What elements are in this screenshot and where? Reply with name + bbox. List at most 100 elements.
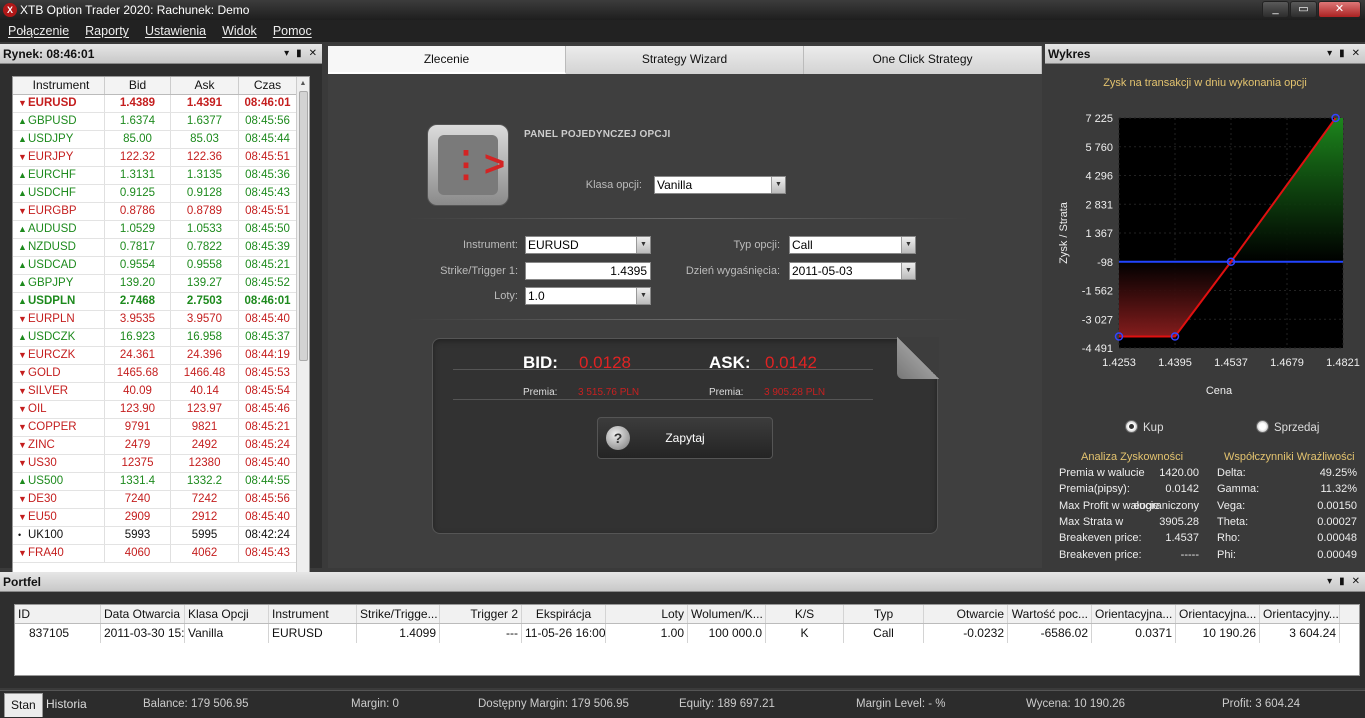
time-cell: 08:45:56 bbox=[239, 491, 297, 508]
market-row[interactable]: ▲USDJPY 85.00 85.03 08:45:44 bbox=[13, 131, 309, 149]
typ-select[interactable]: Call ▼ bbox=[789, 236, 916, 254]
arrow-down-icon: ▼ bbox=[18, 422, 27, 432]
panel-menu-icon[interactable]: ▾ bbox=[284, 44, 289, 64]
portfolio-col-header[interactable]: Strike/Trigge... bbox=[357, 605, 440, 623]
close-icon[interactable]: ✕ bbox=[309, 44, 317, 64]
portfolio-col-header[interactable]: Otwarcie bbox=[924, 605, 1008, 623]
table-row[interactable]: 8371052011-03-30 15:00VanillaEURUSD1.409… bbox=[15, 624, 1359, 643]
close-icon[interactable]: ✕ bbox=[1352, 572, 1360, 592]
market-row[interactable]: ▲USDCAD 0.9554 0.9558 08:45:21 bbox=[13, 257, 309, 275]
market-panel-header: Rynek: 08:46:01 ▾ ▮ ✕ bbox=[0, 44, 322, 64]
kup-radio[interactable]: Kup bbox=[1125, 420, 1163, 434]
time-cell: 08:45:37 bbox=[239, 329, 297, 346]
market-row[interactable]: ▲USDCHF 0.9125 0.9128 08:45:43 bbox=[13, 185, 309, 203]
market-row[interactable]: ▼COPPER 9791 9821 08:45:21 bbox=[13, 419, 309, 437]
bid-cell: 1.6374 bbox=[105, 113, 171, 130]
pin-icon[interactable]: ▮ bbox=[1339, 572, 1345, 592]
greeks-title: Współczynniki Wrażliwości bbox=[1224, 451, 1355, 463]
market-row[interactable]: ▲NZDUSD 0.7817 0.7822 08:45:39 bbox=[13, 239, 309, 257]
portfolio-col-header[interactable]: K/S bbox=[766, 605, 844, 623]
portfolio-panel: Portfel ▾ ▮ ✕ ID Data Otwarcia Klasa Opcji… bbox=[0, 572, 1365, 688]
close-icon[interactable]: ✕ bbox=[1352, 44, 1360, 64]
portfolio-col-header[interactable]: Loty bbox=[606, 605, 688, 623]
menu-ustawienia[interactable]: Ustawienia bbox=[145, 24, 206, 38]
analiza-value: 1.4537 bbox=[1165, 532, 1199, 545]
scroll-thumb[interactable] bbox=[299, 91, 308, 361]
ask-cell: 40.14 bbox=[171, 383, 239, 400]
arrow-up-icon: ▲ bbox=[18, 224, 27, 234]
market-row[interactable]: ▼EU50 2909 2912 08:45:40 bbox=[13, 509, 309, 527]
ask-cell: 122.36 bbox=[171, 149, 239, 166]
market-row[interactable]: ▼EURGBP 0.8786 0.8789 08:45:51 bbox=[13, 203, 309, 221]
portfolio-col-header[interactable]: Orientacyjna... bbox=[1092, 605, 1176, 623]
market-row[interactable]: ▲US500 1331.4 1332.2 08:44:55 bbox=[13, 473, 309, 491]
instrument-name: OIL bbox=[28, 403, 47, 415]
market-row[interactable]: • UK100 5993 5995 08:42:24 bbox=[13, 527, 309, 545]
scroll-up-icon[interactable]: ▲ bbox=[297, 77, 309, 90]
tab-one-click-strategy[interactable]: One Click Strategy bbox=[804, 46, 1042, 74]
market-row[interactable]: ▼EURJPY 122.32 122.36 08:45:51 bbox=[13, 149, 309, 167]
portfolio-col-header[interactable]: Ekspirácja bbox=[522, 605, 606, 623]
portfolio-col-header[interactable]: Instrument bbox=[269, 605, 357, 623]
expiry-date-picker[interactable]: 2011-05-03 ▼ bbox=[789, 262, 916, 280]
portfolio-col-header[interactable]: Wartość poc... bbox=[1008, 605, 1092, 623]
pin-icon[interactable]: ▮ bbox=[296, 44, 302, 64]
market-row[interactable]: ▼EURUSD 1.4389 1.4391 08:46:01 bbox=[13, 95, 309, 113]
pin-icon[interactable]: ▮ bbox=[1339, 44, 1345, 64]
instrument-cell: ▼SILVER bbox=[13, 383, 105, 400]
panel-menu-icon[interactable]: ▾ bbox=[1327, 572, 1332, 592]
menu-polaczenie[interactable]: Połączenie bbox=[8, 24, 69, 38]
zapytaj-button[interactable]: ? Zapytaj bbox=[597, 417, 773, 459]
tab-strategy-wizard[interactable]: Strategy Wizard bbox=[566, 46, 804, 74]
sprzedaj-radio[interactable]: Sprzedaj bbox=[1256, 420, 1319, 434]
col-instrument[interactable]: Instrument bbox=[13, 77, 105, 94]
market-row[interactable]: ▲EURCHF 1.3131 1.3135 08:45:36 bbox=[13, 167, 309, 185]
analiza-label: Breakeven price: bbox=[1059, 532, 1142, 545]
market-row[interactable]: ▼EURPLN 3.9535 3.9570 08:45:40 bbox=[13, 311, 309, 329]
market-row[interactable]: ▼OIL 123.90 123.97 08:45:46 bbox=[13, 401, 309, 419]
market-scrollbar[interactable]: ▲ bbox=[296, 77, 309, 601]
market-row[interactable]: ▼GOLD 1465.68 1466.48 08:45:53 bbox=[13, 365, 309, 383]
strike-input[interactable]: 1.4395 bbox=[525, 262, 651, 280]
portfolio-col-header[interactable]: Orientacyjna... bbox=[1176, 605, 1260, 623]
instrument-select[interactable]: EURUSD ▼ bbox=[525, 236, 651, 254]
col-bid[interactable]: Bid bbox=[105, 77, 171, 94]
market-row[interactable]: ▲USDCZK 16.923 16.958 08:45:37 bbox=[13, 329, 309, 347]
tab-stan[interactable]: Stan bbox=[4, 693, 43, 717]
klasa-select[interactable]: Vanilla ▼ bbox=[654, 176, 786, 194]
market-row[interactable]: ▼DE30 7240 7242 08:45:56 bbox=[13, 491, 309, 509]
maximize-button[interactable]: ▭ bbox=[1290, 1, 1317, 18]
analiza-value: 0.0142 bbox=[1165, 483, 1199, 496]
portfolio-col-header[interactable]: ID bbox=[15, 605, 101, 623]
status-equity: Equity: 189 697.21 bbox=[679, 698, 775, 710]
portfolio-col-header[interactable]: Wolumen/K... bbox=[688, 605, 766, 623]
market-row[interactable]: ▲AUDUSD 1.0529 1.0533 08:45:50 bbox=[13, 221, 309, 239]
close-button[interactable]: ✕ bbox=[1318, 1, 1361, 18]
market-row[interactable]: ▲USDPLN 2.7468 2.7503 08:46:01 bbox=[13, 293, 309, 311]
portfolio-col-header[interactable]: Typ bbox=[844, 605, 924, 623]
market-row[interactable]: ▼FRA40 4060 4062 08:45:43 bbox=[13, 545, 309, 563]
market-row[interactable]: ▼SILVER 40.09 40.14 08:45:54 bbox=[13, 383, 309, 401]
loty-select[interactable]: 1.0 ▼ bbox=[525, 287, 651, 305]
bid-cell: 1.3131 bbox=[105, 167, 171, 184]
portfolio-col-header[interactable]: Orientacyjny... bbox=[1260, 605, 1340, 623]
market-row[interactable]: ▼ZINC 2479 2492 08:45:24 bbox=[13, 437, 309, 455]
market-row[interactable]: ▲GBPUSD 1.6374 1.6377 08:45:56 bbox=[13, 113, 309, 131]
bid-cell: 2479 bbox=[105, 437, 171, 454]
col-ask[interactable]: Ask bbox=[171, 77, 239, 94]
portfolio-col-header[interactable]: Data Otwarcia bbox=[101, 605, 185, 623]
market-row[interactable]: ▼US30 12375 12380 08:45:40 bbox=[13, 455, 309, 473]
tab-zlecenie[interactable]: Zlecenie bbox=[328, 46, 566, 74]
minimize-button[interactable]: _ bbox=[1262, 1, 1289, 18]
col-czas[interactable]: Czas bbox=[239, 77, 297, 94]
menu-widok[interactable]: Widok bbox=[222, 24, 257, 38]
instrument-name: USDJPY bbox=[28, 133, 74, 145]
menu-raporty[interactable]: Raporty bbox=[85, 24, 129, 38]
portfolio-col-header[interactable]: Klasa Opcji bbox=[185, 605, 269, 623]
portfolio-col-header[interactable]: Trigger 2 bbox=[440, 605, 522, 623]
tab-historia[interactable]: Historia bbox=[40, 693, 93, 717]
market-row[interactable]: ▼EURCZK 24.361 24.396 08:44:19 bbox=[13, 347, 309, 365]
menu-pomoc[interactable]: Pomoc bbox=[273, 24, 312, 38]
panel-menu-icon[interactable]: ▾ bbox=[1327, 44, 1332, 64]
market-row[interactable]: ▲GBPJPY 139.20 139.27 08:45:52 bbox=[13, 275, 309, 293]
